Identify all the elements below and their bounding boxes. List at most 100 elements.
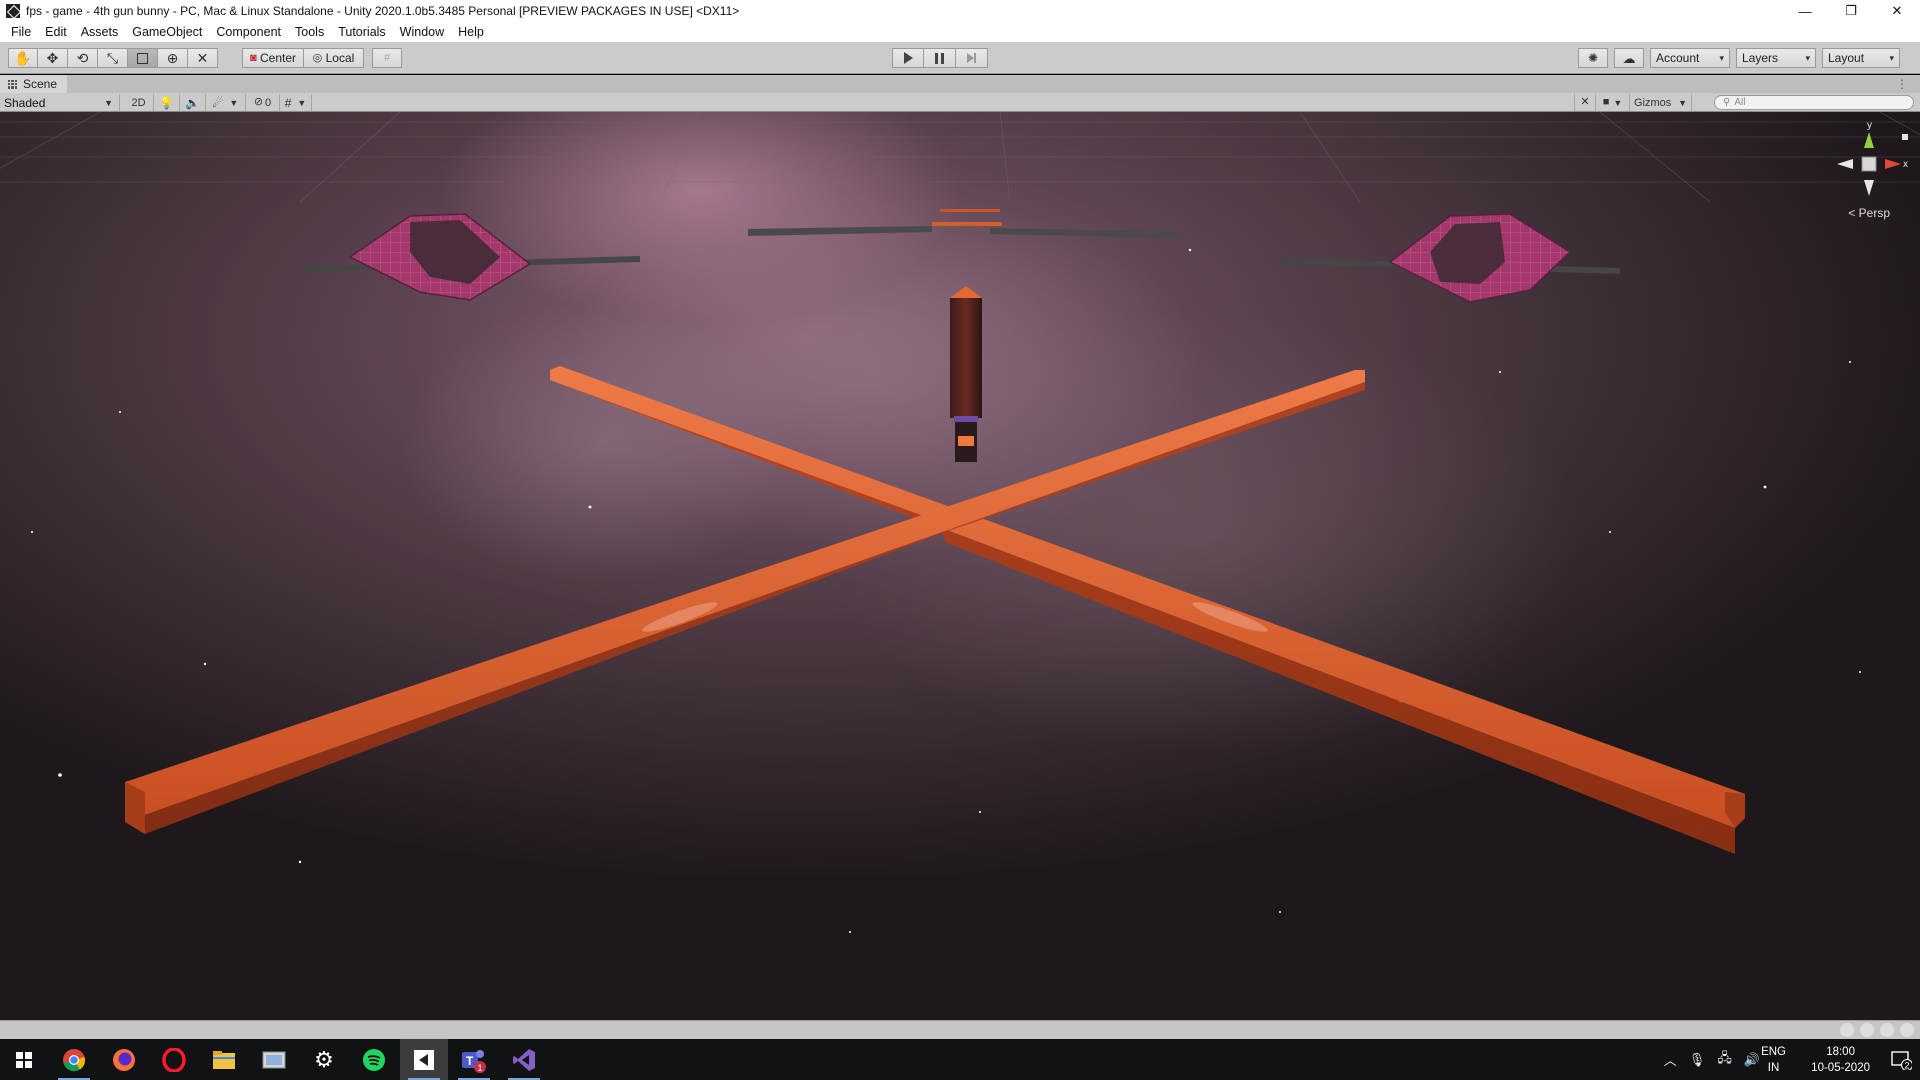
language-indicator[interactable]: ENG IN bbox=[1761, 1044, 1786, 1076]
taskbar-spotify[interactable] bbox=[350, 1039, 398, 1080]
transform-icon: ⊕ bbox=[166, 50, 179, 66]
scene-tab[interactable]: Scene bbox=[0, 75, 68, 93]
scene-tab-label: Scene bbox=[23, 77, 58, 91]
chevron-down-icon: ▼ bbox=[1678, 97, 1687, 108]
scene-render: y x bbox=[0, 112, 1920, 1020]
notification-center-button[interactable]: 2 bbox=[1890, 1039, 1912, 1080]
chevron-down-icon: ▼ bbox=[104, 97, 113, 108]
opera-icon bbox=[162, 1047, 186, 1072]
hand-tool-button[interactable]: ✋ bbox=[8, 48, 38, 68]
scene-control-bar: Shaded ▼ 2D 💡 🔈 ☄ ▼ ⊘ 0 # ▼ ✕ ■ ▼ Gizmos ▼ ⚲ … bbox=[0, 93, 1920, 112]
scene-search-input[interactable]: ⚲ All bbox=[1714, 95, 1914, 110]
custom-tool-button[interactable]: ✕ bbox=[188, 48, 218, 68]
rect-tool-button[interactable] bbox=[128, 48, 158, 68]
close-button[interactable]: ✕ bbox=[1874, 0, 1920, 22]
tab-menu-icon[interactable]: ⋮ bbox=[1896, 77, 1908, 91]
grid-snap-group: # bbox=[372, 48, 402, 68]
menu-bar: File Edit Assets GameObject Component To… bbox=[0, 22, 1920, 42]
speaker-icon: 🔈 bbox=[185, 95, 200, 110]
chevron-down-icon: ▼ bbox=[229, 97, 239, 108]
lock-icon[interactable] bbox=[1902, 134, 1908, 140]
lighting-status-icon bbox=[1840, 1023, 1854, 1037]
space-local-button[interactable]: ◎ Local bbox=[304, 48, 364, 68]
hidden-count: 0 bbox=[265, 96, 272, 109]
effects-dropdown[interactable]: ☄ ▼ bbox=[206, 94, 246, 111]
menu-tutorials[interactable]: Tutorials bbox=[331, 25, 392, 39]
main-toolbar: ✋ ✥ ⟲ ⤡ ⊕ ✕ ◙ Center ◎ Local # ✺ ☁ Accou… bbox=[0, 42, 1920, 74]
scene-tab-bar: Scene ⋮ bbox=[0, 75, 1920, 93]
scene-grid-icon bbox=[8, 79, 17, 89]
transform-tool-button[interactable]: ⊕ bbox=[158, 48, 188, 68]
menu-help[interactable]: Help bbox=[451, 25, 491, 39]
status-icons bbox=[1840, 1023, 1914, 1037]
svg-text:T: T bbox=[466, 1054, 474, 1068]
step-icon bbox=[967, 53, 976, 63]
pivot-label: Center bbox=[259, 51, 297, 65]
hidden-objects-toggle[interactable]: ⊘ 0 bbox=[246, 94, 280, 111]
menu-tools[interactable]: Tools bbox=[288, 25, 331, 39]
pause-button[interactable] bbox=[924, 48, 956, 68]
volume-icon[interactable]: 🔊 bbox=[1744, 1052, 1760, 1068]
chrome-icon bbox=[63, 1048, 86, 1071]
taskbar-chrome[interactable] bbox=[50, 1039, 98, 1080]
lighting-toggle-button[interactable]: 💡 bbox=[154, 94, 180, 111]
taskbar-firefox[interactable] bbox=[100, 1039, 148, 1080]
clock[interactable]: 18:00 10-05-2020 bbox=[1811, 1044, 1870, 1076]
projection-label: Persp bbox=[1858, 206, 1890, 220]
move-tool-button[interactable]: ✥ bbox=[38, 48, 68, 68]
audio-toggle-button[interactable]: 🔈 bbox=[180, 94, 206, 111]
rotate-tool-button[interactable]: ⟲ bbox=[68, 48, 98, 68]
menu-component[interactable]: Component bbox=[209, 25, 288, 39]
eye-off-icon: ⊘ bbox=[253, 96, 264, 108]
menu-file[interactable]: File bbox=[4, 25, 38, 39]
account-dropdown[interactable]: Account bbox=[1650, 48, 1730, 68]
play-button[interactable] bbox=[892, 48, 924, 68]
grid-visibility-dropdown[interactable]: # ▼ bbox=[280, 94, 312, 111]
restore-button[interactable]: ❐ bbox=[1828, 0, 1874, 22]
scene-tools-button[interactable]: ✕ bbox=[1574, 94, 1596, 111]
right-toolbar: ✺ ☁ Account Layers Layout bbox=[1578, 48, 1900, 68]
system-tray: ︿ 🎙 🖧 🔊 bbox=[1664, 1039, 1760, 1080]
scene-toggles: 2D 💡 🔈 ☄ ▼ ⊘ 0 # ▼ bbox=[124, 94, 312, 111]
local-icon: ◎ bbox=[312, 51, 323, 64]
taskbar-settings[interactable]: ⚙ bbox=[300, 1039, 348, 1080]
menu-assets[interactable]: Assets bbox=[74, 25, 126, 39]
taskbar-visual-studio[interactable] bbox=[500, 1039, 548, 1080]
pause-icon bbox=[935, 52, 944, 64]
hand-icon: ✋ bbox=[14, 50, 32, 66]
menu-window[interactable]: Window bbox=[393, 25, 451, 39]
gizmos-dropdown[interactable]: Gizmos ▼ bbox=[1630, 94, 1692, 111]
transform-tools: ✋ ✥ ⟲ ⤡ ⊕ ✕ bbox=[8, 48, 218, 68]
step-button[interactable] bbox=[956, 48, 988, 68]
folder-icon bbox=[213, 1050, 235, 1069]
effects-icon: ☄ bbox=[212, 95, 224, 110]
2d-toggle-button[interactable]: 2D bbox=[124, 94, 154, 111]
projection-toggle[interactable]: < Persp bbox=[1848, 206, 1890, 220]
collab-button[interactable]: ✺ bbox=[1578, 48, 1608, 68]
unity-icon bbox=[414, 1049, 434, 1070]
taskbar-unity[interactable] bbox=[400, 1039, 448, 1080]
taskbar-opera[interactable] bbox=[150, 1039, 198, 1080]
taskbar-photos[interactable] bbox=[250, 1039, 298, 1080]
start-button[interactable] bbox=[0, 1039, 48, 1080]
grid-snap-button[interactable]: # bbox=[372, 48, 402, 68]
layers-dropdown[interactable]: Layers bbox=[1736, 48, 1816, 68]
tray-overflow-icon[interactable]: ︿ bbox=[1664, 1050, 1677, 1069]
pivot-center-button[interactable]: ◙ Center bbox=[242, 48, 304, 68]
layers-label: Layers bbox=[1742, 51, 1779, 65]
draw-mode-dropdown[interactable]: Shaded ▼ bbox=[0, 94, 120, 111]
microphone-icon[interactable]: 🎙 bbox=[1689, 1052, 1706, 1068]
scene-viewport[interactable]: y x < Persp bbox=[0, 112, 1920, 1020]
taskbar-file-explorer[interactable] bbox=[200, 1039, 248, 1080]
scale-tool-button[interactable]: ⤡ bbox=[98, 48, 128, 68]
cloud-button[interactable]: ☁ bbox=[1614, 48, 1644, 68]
menu-gameobject[interactable]: GameObject bbox=[125, 25, 209, 39]
layout-dropdown[interactable]: Layout bbox=[1822, 48, 1900, 68]
network-icon[interactable]: 🖧 bbox=[1717, 1049, 1732, 1071]
status-bar bbox=[0, 1020, 1920, 1039]
taskbar-teams[interactable]: T1 bbox=[450, 1039, 498, 1080]
minimize-button[interactable]: — bbox=[1782, 0, 1828, 22]
camera-settings-dropdown[interactable]: ■ ▼ bbox=[1596, 94, 1630, 111]
chevron-down-icon: ▼ bbox=[1613, 97, 1623, 108]
menu-edit[interactable]: Edit bbox=[38, 25, 74, 39]
